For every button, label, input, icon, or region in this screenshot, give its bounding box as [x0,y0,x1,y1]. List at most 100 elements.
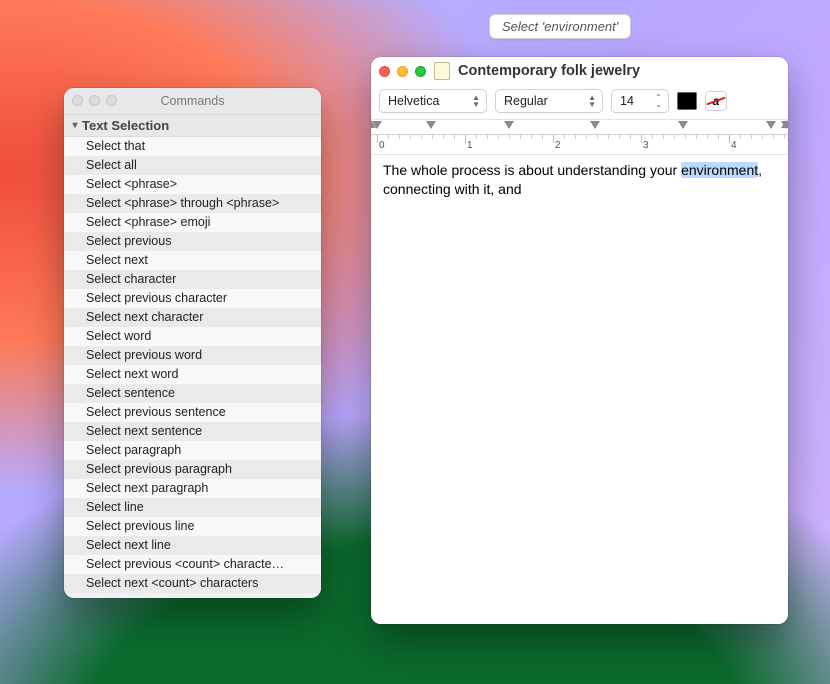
ruler-major-tick [641,135,642,143]
ruler-minor-tick [685,135,686,139]
tab-stop-icon[interactable] [678,121,688,129]
zoom-icon[interactable] [415,66,426,77]
selected-text: environment [681,162,758,178]
close-icon[interactable] [379,66,390,77]
ruler-minor-tick [575,135,576,139]
ruler-tab-row [371,120,788,134]
ruler-minor-tick [388,135,389,139]
command-item[interactable]: Select <phrase> [64,175,321,194]
tab-stop-icon[interactable] [504,121,514,129]
command-list: Select thatSelect allSelect <phrase>Sele… [64,137,321,593]
command-item[interactable]: Select word [64,327,321,346]
ruler-label: 2 [555,140,561,151]
command-item[interactable]: Select next paragraph [64,479,321,498]
desktop: Select 'environment' Commands ▾ Text Sel… [0,0,830,684]
ruler-label: 4 [731,140,737,151]
font-family-select[interactable]: Helvetica ▲▼ [379,89,487,113]
stepper-arrows-icon: ⌃⌄ [655,94,662,108]
text-format-toolbar: Helvetica ▲▼ Regular ▲▼ 14 ⌃⌄ a [371,85,788,119]
command-item[interactable]: Select next sentence [64,422,321,441]
ruler-major-tick [465,135,466,143]
tab-stop-icon[interactable] [590,121,600,129]
ruler-tick-row: 0 1 2 3 4 [371,134,788,155]
editor-window: Contemporary folk jewelry Helvetica ▲▼ R… [371,57,788,624]
ruler-minor-tick [696,135,697,139]
tab-stop-icon[interactable] [372,121,382,129]
command-item[interactable]: Select paragraph [64,441,321,460]
ruler-minor-tick [454,135,455,139]
close-icon[interactable] [72,95,83,106]
document-body[interactable]: The whole process is about understanding… [371,155,788,624]
ruler[interactable]: 0 1 2 3 4 [371,119,788,155]
tab-stop-icon[interactable] [766,121,776,129]
commands-titlebar[interactable]: Commands [64,88,321,115]
ruler-label: 1 [467,140,473,151]
document-icon [434,62,450,80]
text-style-button[interactable]: a [705,91,727,111]
ruler-minor-tick [410,135,411,139]
tab-stop-icon[interactable] [781,121,788,129]
chevron-down-icon: ▾ [68,120,82,131]
ruler-minor-tick [674,135,675,139]
traffic-lights[interactable] [379,66,426,77]
tab-stop-icon[interactable] [426,121,436,129]
ruler-label: 0 [379,140,385,151]
editor-titlebar[interactable]: Contemporary folk jewelry [371,57,788,85]
document-title: Contemporary folk jewelry [458,63,640,79]
command-item[interactable]: Select previous sentence [64,403,321,422]
ruler-minor-tick [630,135,631,139]
zoom-icon[interactable] [106,95,117,106]
minimize-icon[interactable] [397,66,408,77]
ruler-minor-tick [487,135,488,139]
command-item[interactable]: Select next line [64,536,321,555]
select-arrows-icon: ▲▼ [588,94,596,108]
ruler-minor-tick [718,135,719,139]
font-size-value: 14 [620,94,634,108]
minimize-icon[interactable] [89,95,100,106]
ruler-minor-tick [663,135,664,139]
ruler-minor-tick [399,135,400,139]
traffic-lights-inactive[interactable] [72,95,117,106]
ruler-minor-tick [762,135,763,139]
command-item[interactable]: Select previous character [64,289,321,308]
ruler-minor-tick [443,135,444,139]
section-header-text-selection[interactable]: ▾ Text Selection [64,115,321,137]
commands-window: Commands ▾ Text Selection Select thatSel… [64,88,321,598]
text-color-swatch[interactable] [677,92,697,110]
ruler-minor-tick [707,135,708,139]
ruler-label: 3 [643,140,649,151]
command-item[interactable]: Select next character [64,308,321,327]
command-item[interactable]: Select <phrase> through <phrase> [64,194,321,213]
ruler-minor-tick [784,135,785,139]
ruler-minor-tick [773,135,774,139]
font-style-value: Regular [504,94,548,108]
command-item[interactable]: Select character [64,270,321,289]
ruler-minor-tick [476,135,477,139]
command-item[interactable]: Select sentence [64,384,321,403]
voice-command-tooltip: Select 'environment' [489,14,631,39]
font-style-select[interactable]: Regular ▲▼ [495,89,603,113]
command-item[interactable]: Select line [64,498,321,517]
command-item[interactable]: Select next word [64,365,321,384]
command-item[interactable]: Select previous line [64,517,321,536]
command-item[interactable]: Select <phrase> emoji [64,213,321,232]
tooltip-text: Select 'environment' [502,19,618,34]
command-item[interactable]: Select next <count> characters [64,574,321,593]
command-item[interactable]: Select all [64,156,321,175]
command-item[interactable]: Select next [64,251,321,270]
ruler-minor-tick [586,135,587,139]
ruler-minor-tick [597,135,598,139]
ruler-minor-tick [751,135,752,139]
ruler-minor-tick [619,135,620,139]
command-item[interactable]: Select previous <count> characte… [64,555,321,574]
font-size-stepper[interactable]: 14 ⌃⌄ [611,89,669,113]
section-label: Text Selection [82,118,169,133]
select-arrows-icon: ▲▼ [472,94,480,108]
ruler-minor-tick [564,135,565,139]
command-item[interactable]: Select previous word [64,346,321,365]
command-item[interactable]: Select previous [64,232,321,251]
command-item[interactable]: Select previous paragraph [64,460,321,479]
command-item[interactable]: Select that [64,137,321,156]
ruler-minor-tick [421,135,422,139]
font-family-value: Helvetica [388,94,439,108]
